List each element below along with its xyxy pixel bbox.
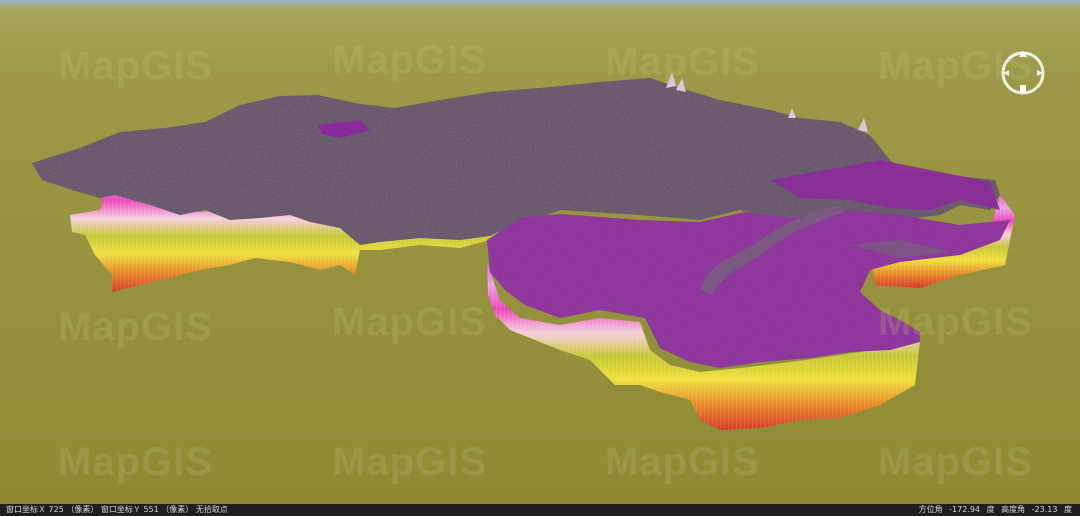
window-y-unit: （像素） [161,505,194,514]
status-bar: 窗口坐标Ｘ 725 （像素） 窗口坐标Ｙ 551 （像素） 无拾取点 方位角 -… [0,504,1080,516]
compass-icon[interactable] [999,49,1047,97]
window-y-value: 551 [143,505,159,514]
window-x-label: 窗口坐标Ｘ [6,505,46,514]
pick-state: 无拾取点 [195,505,228,514]
azimuth-value: -172.94 [949,505,981,514]
elevation-unit: 度 [1064,505,1072,514]
window-y-label: 窗口坐标Ｙ [100,505,141,514]
window-x-unit: （像素） [66,505,99,514]
azimuth-unit: 度 [986,505,995,514]
elevation-value: -23.13 [1031,505,1058,514]
elevation-label: 高度角 [1001,505,1026,514]
window-x-value: 725 [48,505,64,514]
status-coordinates: 窗口坐标Ｘ 725 （像素） 窗口坐标Ｙ 551 （像素） 无拾取点 [6,504,228,516]
map-viewport[interactable] [0,0,1080,504]
azimuth-label: 方位角 [918,505,943,514]
status-orientation: 方位角 -172.94 度 高度角 -23.13 度 [915,504,1072,516]
